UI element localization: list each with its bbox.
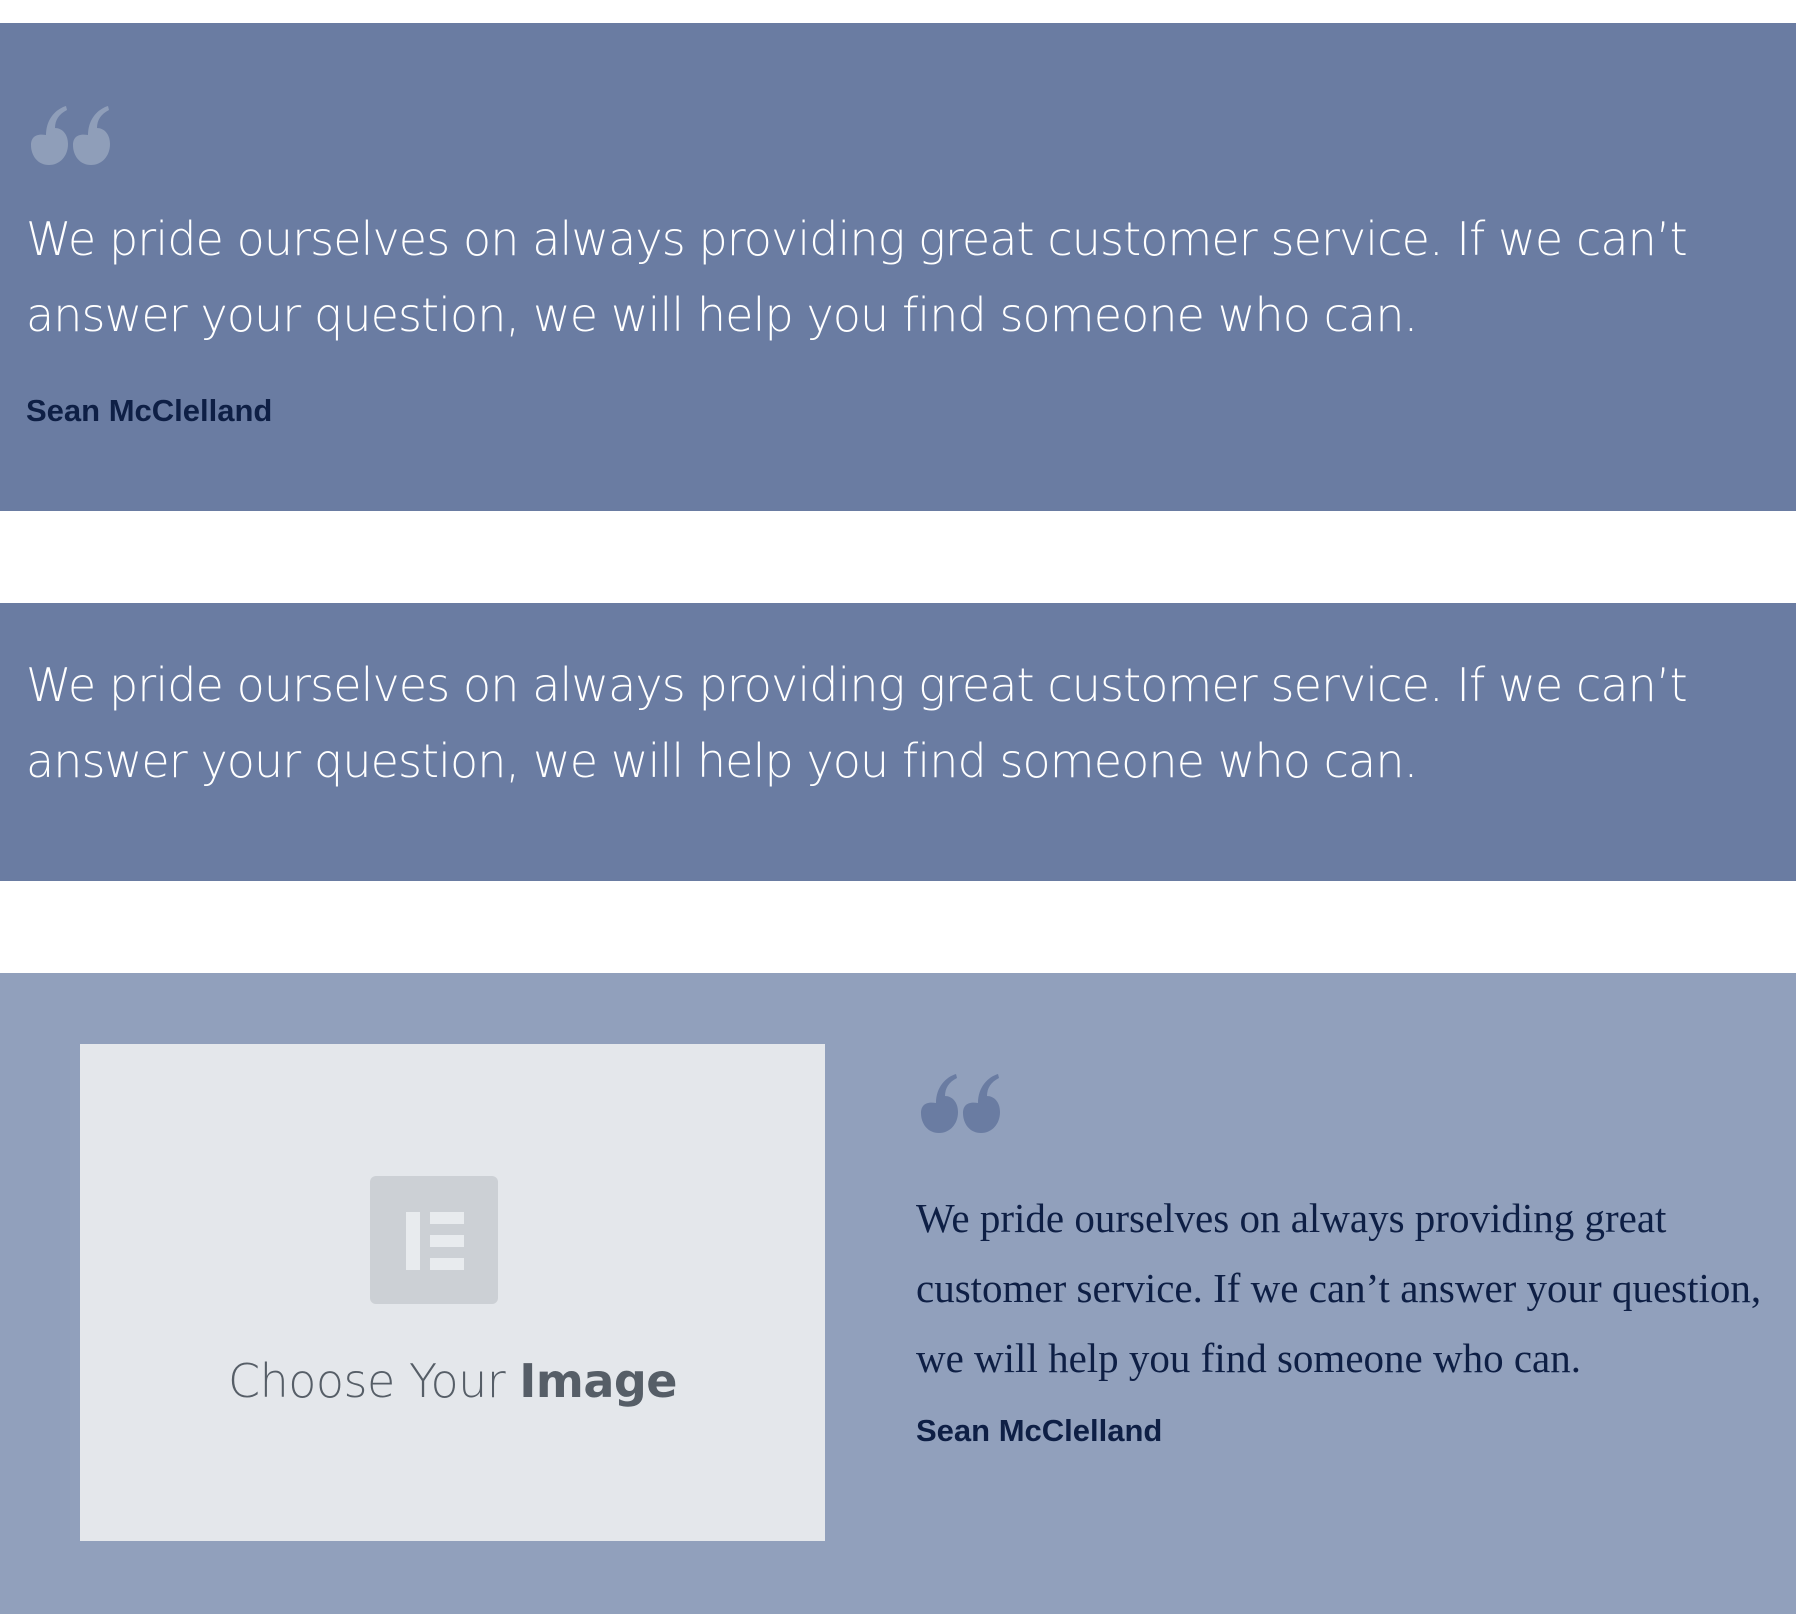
- testimonial-quote: We pride ourselves on always providing g…: [26, 658, 1688, 788]
- image-placeholder-caption: Choose Your Image: [80, 1354, 825, 1408]
- testimonial-author: Sean McClelland: [26, 393, 273, 428]
- testimonial-2: We pride ourselves on always providing g…: [0, 603, 1796, 881]
- page: We pride ourselves on always providing g…: [0, 0, 1796, 1624]
- testimonial-3: Choose Your Image We pride ourselves on …: [0, 973, 1796, 1614]
- testimonial-quote: We pride ourselves on always providing g…: [26, 212, 1688, 342]
- caption-light: Choose Your: [228, 1354, 520, 1408]
- testimonial-quote: We pride ourselves on always providing g…: [916, 1195, 1762, 1381]
- quote-mark-icon: [921, 1074, 1000, 1133]
- testimonial-1: We pride ourselves on always providing g…: [0, 23, 1796, 511]
- elementor-logo-icon: [370, 1176, 498, 1304]
- quote-mark-icon: [31, 106, 110, 165]
- image-placeholder[interactable]: Choose Your Image: [80, 1044, 825, 1541]
- testimonial-author: Sean McClelland: [916, 1413, 1163, 1448]
- caption-bold: Image: [519, 1354, 677, 1408]
